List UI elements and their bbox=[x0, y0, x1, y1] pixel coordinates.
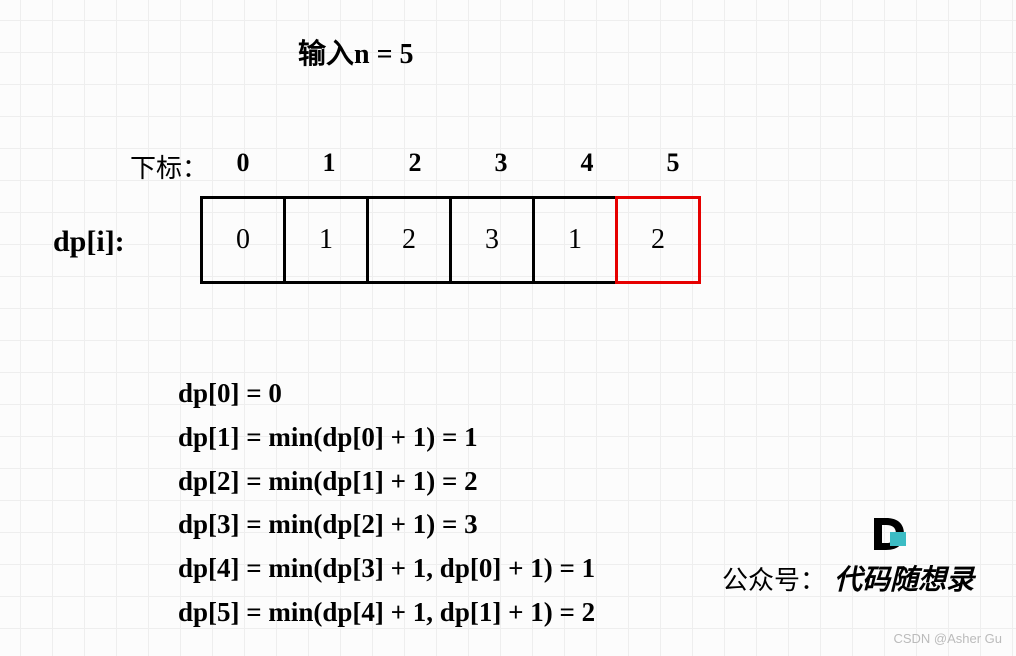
index-cell: 5 bbox=[630, 148, 716, 178]
dp-array-label: dp[i]: bbox=[53, 225, 125, 259]
index-cell: 4 bbox=[544, 148, 630, 178]
dp-cell: 0 bbox=[200, 196, 286, 284]
dp-cell: 2 bbox=[366, 196, 452, 284]
watermark: CSDN @Asher Gu bbox=[893, 631, 1002, 646]
index-row: 0 1 2 3 4 5 bbox=[200, 148, 716, 178]
index-cell: 1 bbox=[286, 148, 372, 178]
logo-icon bbox=[868, 514, 908, 554]
formula-line: dp[0] = 0 bbox=[178, 375, 595, 413]
dp-cell: 3 bbox=[449, 196, 535, 284]
formula-line: dp[3] = min(dp[2] + 1) = 3 bbox=[178, 506, 595, 544]
formula-line: dp[1] = min(dp[0] + 1) = 1 bbox=[178, 419, 595, 457]
index-cell: 2 bbox=[372, 148, 458, 178]
dp-cell-highlight: 2 bbox=[615, 196, 701, 284]
diagram-title: 输入n = 5 bbox=[298, 32, 414, 72]
formula-list: dp[0] = 0 dp[1] = min(dp[0] + 1) = 1 dp[… bbox=[178, 375, 595, 632]
attribution-name: 代码随想录 bbox=[834, 558, 974, 598]
dp-cell: 1 bbox=[532, 196, 618, 284]
index-label: 下标： bbox=[130, 148, 208, 185]
attribution-label: 公众号： bbox=[722, 560, 826, 597]
index-cell: 3 bbox=[458, 148, 544, 178]
attribution: 公众号： 代码随想录 bbox=[722, 558, 974, 598]
formula-line: dp[4] = min(dp[3] + 1, dp[0] + 1) = 1 bbox=[178, 550, 595, 588]
formula-line: dp[2] = min(dp[1] + 1) = 2 bbox=[178, 463, 595, 501]
dp-cell: 1 bbox=[283, 196, 369, 284]
dp-array: 0 1 2 3 1 2 bbox=[200, 196, 701, 284]
index-cell: 0 bbox=[200, 148, 286, 178]
formula-line: dp[5] = min(dp[4] + 1, dp[1] + 1) = 2 bbox=[178, 594, 595, 632]
